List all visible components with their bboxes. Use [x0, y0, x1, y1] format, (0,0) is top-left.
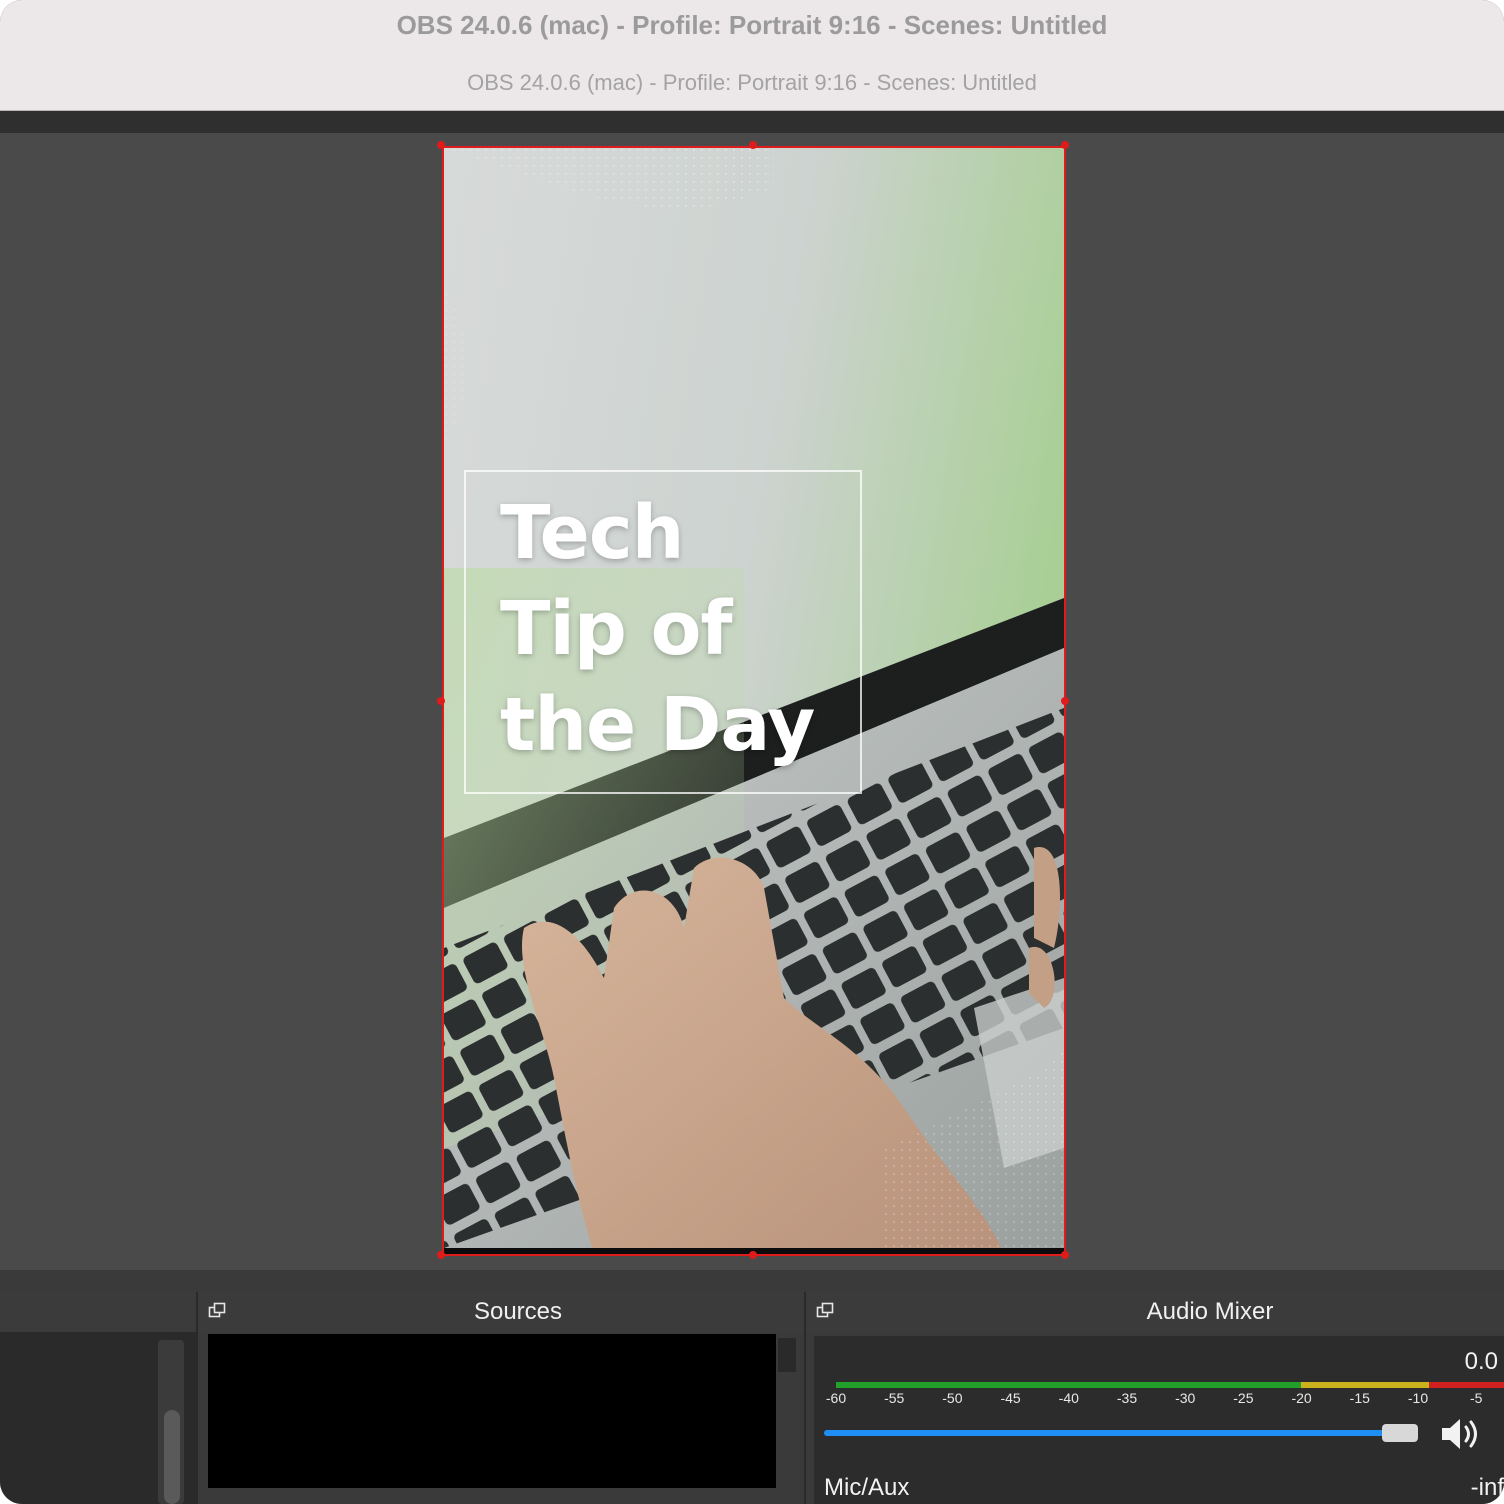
meter-value: 0.0 [1464, 1348, 1498, 1375]
meter-tick-label: -20 [1291, 1390, 1312, 1406]
meter-tick-label: -45 [1000, 1390, 1021, 1406]
meter-tick-label: -30 [1175, 1390, 1196, 1406]
meter-tick-label: -25 [1233, 1390, 1254, 1406]
preview-bottom-strip [0, 1270, 1504, 1292]
resize-handle[interactable] [437, 1251, 445, 1259]
resize-handle[interactable] [1061, 1251, 1069, 1259]
resize-handle[interactable] [437, 141, 445, 149]
meter-tick-label: -10 [1407, 1390, 1429, 1406]
meter-tick-label: -5 [1469, 1390, 1483, 1406]
sources-scrollbar[interactable] [778, 1338, 796, 1372]
audio-mixer-panel [814, 1336, 1504, 1504]
volume-slider[interactable] [824, 1430, 1386, 1436]
meter-red-zone [1429, 1382, 1504, 1388]
speaker-icon[interactable] [1438, 1414, 1488, 1454]
meter-yellow-zone [1301, 1382, 1429, 1388]
volume-meter [836, 1382, 1504, 1388]
resize-handle[interactable] [749, 141, 757, 149]
resize-handle[interactable] [1061, 141, 1069, 149]
meter-tick-label: -40 [1058, 1390, 1079, 1406]
resize-handle[interactable] [749, 1251, 757, 1259]
overlay-text-line: Tech [500, 490, 684, 576]
volume-slider-thumb[interactable] [1381, 1424, 1418, 1442]
preview-top-strip [0, 111, 1504, 133]
meter-green-zone [836, 1382, 1301, 1388]
scene-canvas[interactable]: Tech Tip of the Day [442, 146, 1066, 1256]
sources-dock-title: Sources [473, 1298, 563, 1325]
overlay-text-line: Tip of [500, 586, 733, 672]
title-bar[interactable]: OBS 24.0.6 (mac) - Profile: Portrait 9:1… [0, 0, 1504, 111]
channel-name: Mic/Aux [824, 1474, 910, 1501]
meter-tick-label: -50 [942, 1390, 963, 1406]
meter-tick-label: -60 [825, 1390, 847, 1406]
sources-list[interactable] [208, 1334, 776, 1488]
meter-tick-label: -35 [1116, 1390, 1138, 1406]
meter-tick-label: -55 [884, 1390, 905, 1406]
window-title: OBS 24.0.6 (mac) - Profile: Portrait 9:1… [396, 10, 1108, 40]
resize-handle[interactable] [1061, 697, 1069, 705]
scenes-scrollbar-thumb[interactable] [164, 1410, 180, 1504]
audio-mixer-dock-title: Audio Mixer [1146, 1298, 1274, 1325]
resize-handle[interactable] [437, 697, 445, 705]
channel-level: -inf [1470, 1474, 1504, 1501]
overlay-text-line: the Day [500, 682, 815, 768]
meter-tick-label: -15 [1349, 1390, 1370, 1406]
obs-window: OBS 24.0.6 (mac) - Profile: Portrait 9:1… [0, 0, 1504, 1504]
window-subtitle: OBS 24.0.6 (mac) - Profile: Portrait 9:1… [467, 70, 1037, 95]
